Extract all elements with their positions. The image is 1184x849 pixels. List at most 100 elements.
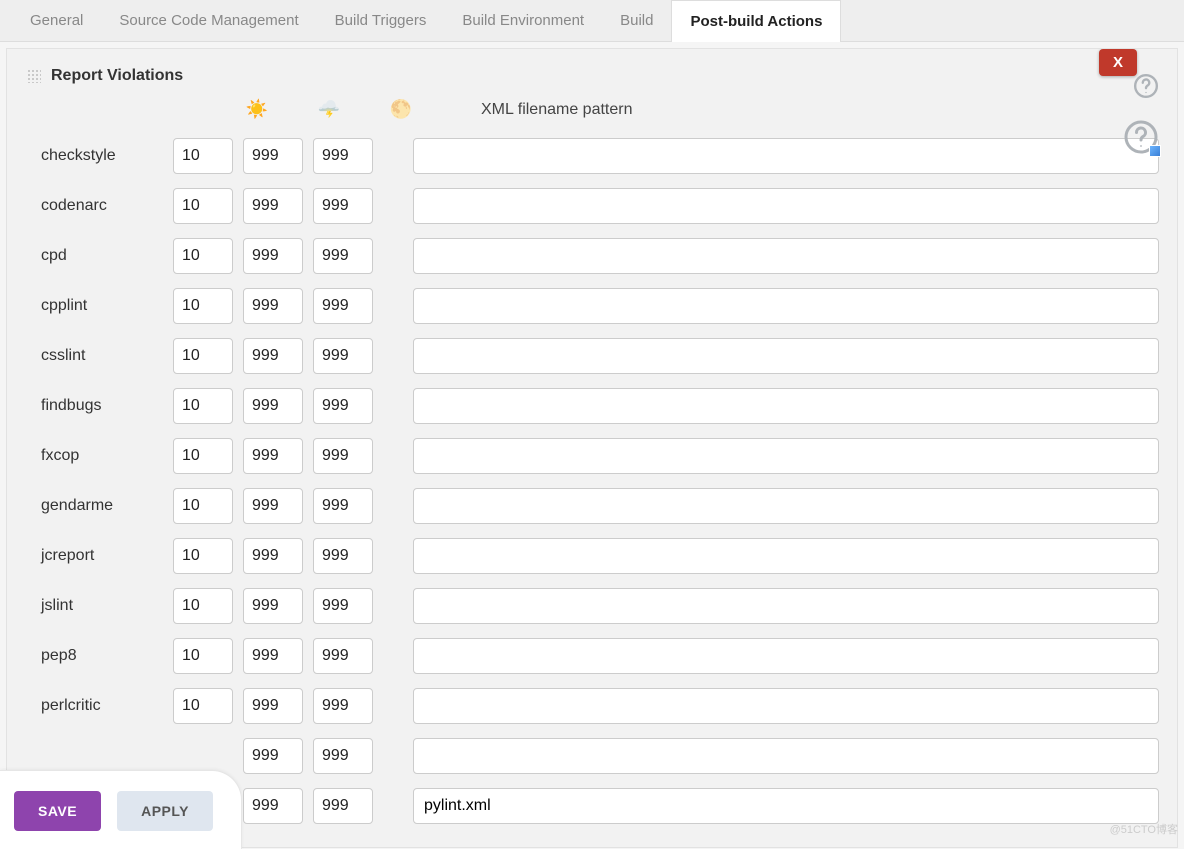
sunny-threshold-input[interactable] (173, 138, 233, 174)
footer-actions: SAVE APPLY (0, 770, 242, 849)
sunny-threshold-input[interactable] (173, 488, 233, 524)
pattern-input[interactable] (413, 738, 1159, 774)
close-button[interactable]: X (1099, 49, 1137, 76)
stormy-threshold-input[interactable] (243, 488, 303, 524)
violation-row: cpd (25, 238, 1159, 274)
cloudy-icon: 🌕 (369, 99, 433, 120)
violation-name: cpd (25, 247, 173, 265)
stormy-threshold-input[interactable] (243, 688, 303, 724)
sunny-threshold-input[interactable] (173, 688, 233, 724)
tab-post-build-actions[interactable]: Post-build Actions (671, 0, 841, 42)
cloudy-threshold-input[interactable] (313, 488, 373, 524)
report-violations-block: Report Violations ☀️ 🌩️ 🌕 XML filename p… (25, 61, 1159, 848)
pattern-input[interactable] (413, 638, 1159, 674)
violation-row: perlcritic (25, 688, 1159, 724)
stormy-threshold-input[interactable] (243, 288, 303, 324)
stormy-threshold-input[interactable] (243, 388, 303, 424)
violation-row: findbugs (25, 388, 1159, 424)
cloudy-threshold-input[interactable] (313, 388, 373, 424)
sunny-icon: ☀️ (225, 99, 289, 120)
stormy-threshold-input[interactable] (243, 438, 303, 474)
violation-row: codenarc (25, 188, 1159, 224)
pattern-input[interactable] (413, 338, 1159, 374)
violation-name: codenarc (25, 197, 173, 215)
sunny-threshold-input[interactable] (173, 588, 233, 624)
violation-name: gendarme (25, 497, 173, 515)
stormy-threshold-input[interactable] (243, 538, 303, 574)
sunny-threshold-input[interactable] (173, 188, 233, 224)
tab-build-environment[interactable]: Build Environment (444, 0, 602, 41)
violation-name: findbugs (25, 397, 173, 415)
tab-build[interactable]: Build (602, 0, 671, 41)
help-icon-large[interactable] (1123, 119, 1159, 155)
pattern-input[interactable] (413, 388, 1159, 424)
post-build-panel: X Report Violations ☀️ 🌩️ 🌕 XML filename… (6, 48, 1178, 848)
block-header: Report Violations (25, 61, 1159, 99)
cloudy-threshold-input[interactable] (313, 538, 373, 574)
sunny-threshold-input[interactable] (173, 288, 233, 324)
cloudy-threshold-input[interactable] (313, 638, 373, 674)
cloudy-threshold-input[interactable] (313, 288, 373, 324)
pattern-input[interactable] (413, 438, 1159, 474)
violation-name: fxcop (25, 447, 173, 465)
pattern-input[interactable] (413, 488, 1159, 524)
cloudy-threshold-input[interactable] (313, 688, 373, 724)
pattern-input[interactable] (413, 588, 1159, 624)
section-title: Report Violations (51, 67, 183, 85)
cloudy-threshold-input[interactable] (313, 438, 373, 474)
violation-row: csslint (25, 338, 1159, 374)
cloudy-threshold-input[interactable] (313, 338, 373, 374)
cloudy-threshold-input[interactable] (313, 788, 373, 824)
violation-name: checkstyle (25, 147, 173, 165)
cloudy-threshold-input[interactable] (313, 738, 373, 774)
sunny-threshold-input[interactable] (173, 438, 233, 474)
watermark: @51CTO博客 (1110, 821, 1178, 837)
sunny-threshold-input[interactable] (173, 388, 233, 424)
stormy-icon: 🌩️ (297, 99, 361, 120)
sunny-threshold-input[interactable] (173, 538, 233, 574)
violation-name: cpplint (25, 297, 173, 315)
cloudy-threshold-input[interactable] (313, 588, 373, 624)
stormy-threshold-input[interactable] (243, 638, 303, 674)
pattern-input[interactable] (413, 788, 1159, 824)
stormy-threshold-input[interactable] (243, 138, 303, 174)
image-badge-icon (1149, 145, 1161, 157)
violation-row: jslint (25, 588, 1159, 624)
stormy-threshold-input[interactable] (243, 188, 303, 224)
violation-rows: checkstyle codenarc cpd cpplint csslint findb… (25, 138, 1159, 848)
stormy-threshold-input[interactable] (243, 338, 303, 374)
pattern-input[interactable] (413, 688, 1159, 724)
apply-button[interactable]: APPLY (117, 791, 213, 831)
stormy-threshold-input[interactable] (243, 238, 303, 274)
tab-source-code-management[interactable]: Source Code Management (101, 0, 316, 41)
violation-row: jcreport (25, 538, 1159, 574)
cloudy-threshold-input[interactable] (313, 138, 373, 174)
help-icon[interactable] (1133, 73, 1159, 99)
pattern-column-label: XML filename pattern (481, 101, 632, 119)
tab-general[interactable]: General (12, 0, 101, 41)
save-button[interactable]: SAVE (14, 791, 101, 831)
violation-row: fxcop (25, 438, 1159, 474)
violation-name: csslint (25, 347, 173, 365)
sunny-threshold-input[interactable] (173, 238, 233, 274)
sunny-threshold-input[interactable] (173, 638, 233, 674)
violation-row (25, 738, 1159, 774)
cloudy-threshold-input[interactable] (313, 188, 373, 224)
stormy-threshold-input[interactable] (243, 738, 303, 774)
sunny-threshold-input[interactable] (173, 338, 233, 374)
stormy-threshold-input[interactable] (243, 788, 303, 824)
pattern-input[interactable] (413, 538, 1159, 574)
violation-name: jcreport (25, 547, 173, 565)
pattern-input[interactable] (413, 138, 1159, 174)
pattern-input[interactable] (413, 238, 1159, 274)
stormy-threshold-input[interactable] (243, 588, 303, 624)
tab-build-triggers[interactable]: Build Triggers (317, 0, 445, 41)
violation-row: gendarme (25, 488, 1159, 524)
violation-name: pep8 (25, 647, 173, 665)
pattern-input[interactable] (413, 188, 1159, 224)
violation-row: cpplint (25, 288, 1159, 324)
pattern-input[interactable] (413, 288, 1159, 324)
config-tabs: GeneralSource Code ManagementBuild Trigg… (0, 0, 1184, 42)
cloudy-threshold-input[interactable] (313, 238, 373, 274)
drag-handle-icon[interactable] (27, 69, 41, 83)
